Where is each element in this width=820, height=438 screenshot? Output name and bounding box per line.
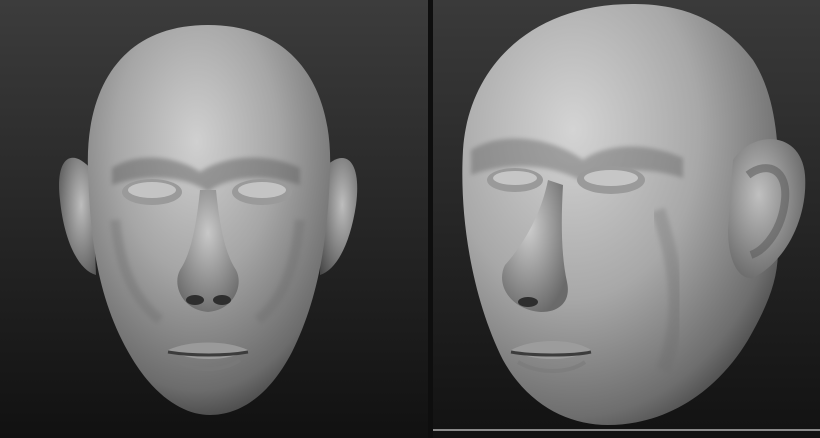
- front-view-render: [0, 0, 428, 438]
- sculpt-comparison: [0, 0, 820, 438]
- viewport-baseline: [433, 429, 820, 431]
- three-quarter-view-panel: [433, 0, 820, 438]
- front-view-panel: [0, 0, 428, 438]
- three-quarter-view-render: [433, 0, 820, 438]
